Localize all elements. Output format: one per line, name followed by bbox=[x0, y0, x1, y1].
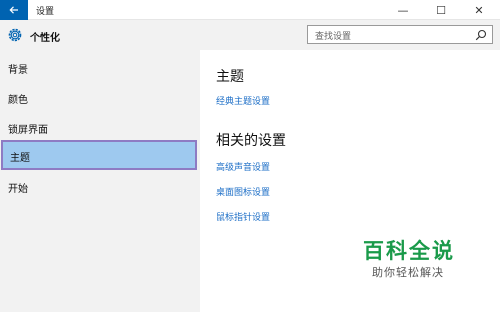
sidebar-item-themes[interactable]: 主题 bbox=[1, 140, 197, 170]
page-title: 个性化 bbox=[30, 33, 60, 44]
sidebar-item-label: 主题 bbox=[10, 153, 30, 164]
mouse-pointer-settings-link[interactable]: 鼠标指针设置 bbox=[216, 210, 270, 223]
arrow-left-icon bbox=[9, 6, 18, 14]
sidebar: 背景 颜色 锁屏界面 主题 开始 bbox=[0, 50, 200, 312]
search-input[interactable]: 查找设置 bbox=[307, 25, 493, 44]
related-settings-title: 相关的设置 bbox=[216, 133, 286, 149]
window-title: 设置 bbox=[36, 7, 55, 17]
classic-theme-settings-link[interactable]: 经典主题设置 bbox=[216, 94, 270, 107]
watermark-tagline: 助你轻松解决 bbox=[372, 266, 444, 279]
search-icon[interactable] bbox=[475, 29, 487, 41]
desktop-icon-settings-link[interactable]: 桌面图标设置 bbox=[216, 185, 270, 198]
gear-icon bbox=[8, 28, 22, 42]
sidebar-item-label: 颜色 bbox=[8, 95, 28, 106]
themes-section-title: 主题 bbox=[216, 69, 244, 85]
sidebar-item-lock-screen[interactable]: 锁屏界面 bbox=[0, 112, 200, 142]
close-button[interactable]: ✕ bbox=[462, 0, 496, 20]
sidebar-item-label: 开始 bbox=[8, 184, 28, 195]
search-placeholder: 查找设置 bbox=[315, 32, 352, 42]
main-content: 主题 经典主题设置 相关的设置 高级声音设置 桌面图标设置 鼠标指针设置 bbox=[200, 50, 500, 312]
watermark-brand: 百科全说 bbox=[363, 239, 455, 263]
sidebar-item-background[interactable]: 背景 bbox=[0, 52, 200, 82]
sidebar-item-label: 背景 bbox=[8, 65, 28, 76]
title-bar: 设置 — ☐ ✕ bbox=[0, 0, 500, 20]
back-button[interactable] bbox=[0, 0, 28, 20]
sidebar-item-colors[interactable]: 颜色 bbox=[0, 82, 200, 112]
sidebar-item-label: 锁屏界面 bbox=[8, 125, 48, 136]
minimize-button[interactable]: — bbox=[386, 0, 420, 20]
advanced-sound-settings-link[interactable]: 高级声音设置 bbox=[216, 160, 270, 173]
sidebar-item-start[interactable]: 开始 bbox=[0, 171, 200, 201]
maximize-button[interactable]: ☐ bbox=[424, 0, 458, 20]
